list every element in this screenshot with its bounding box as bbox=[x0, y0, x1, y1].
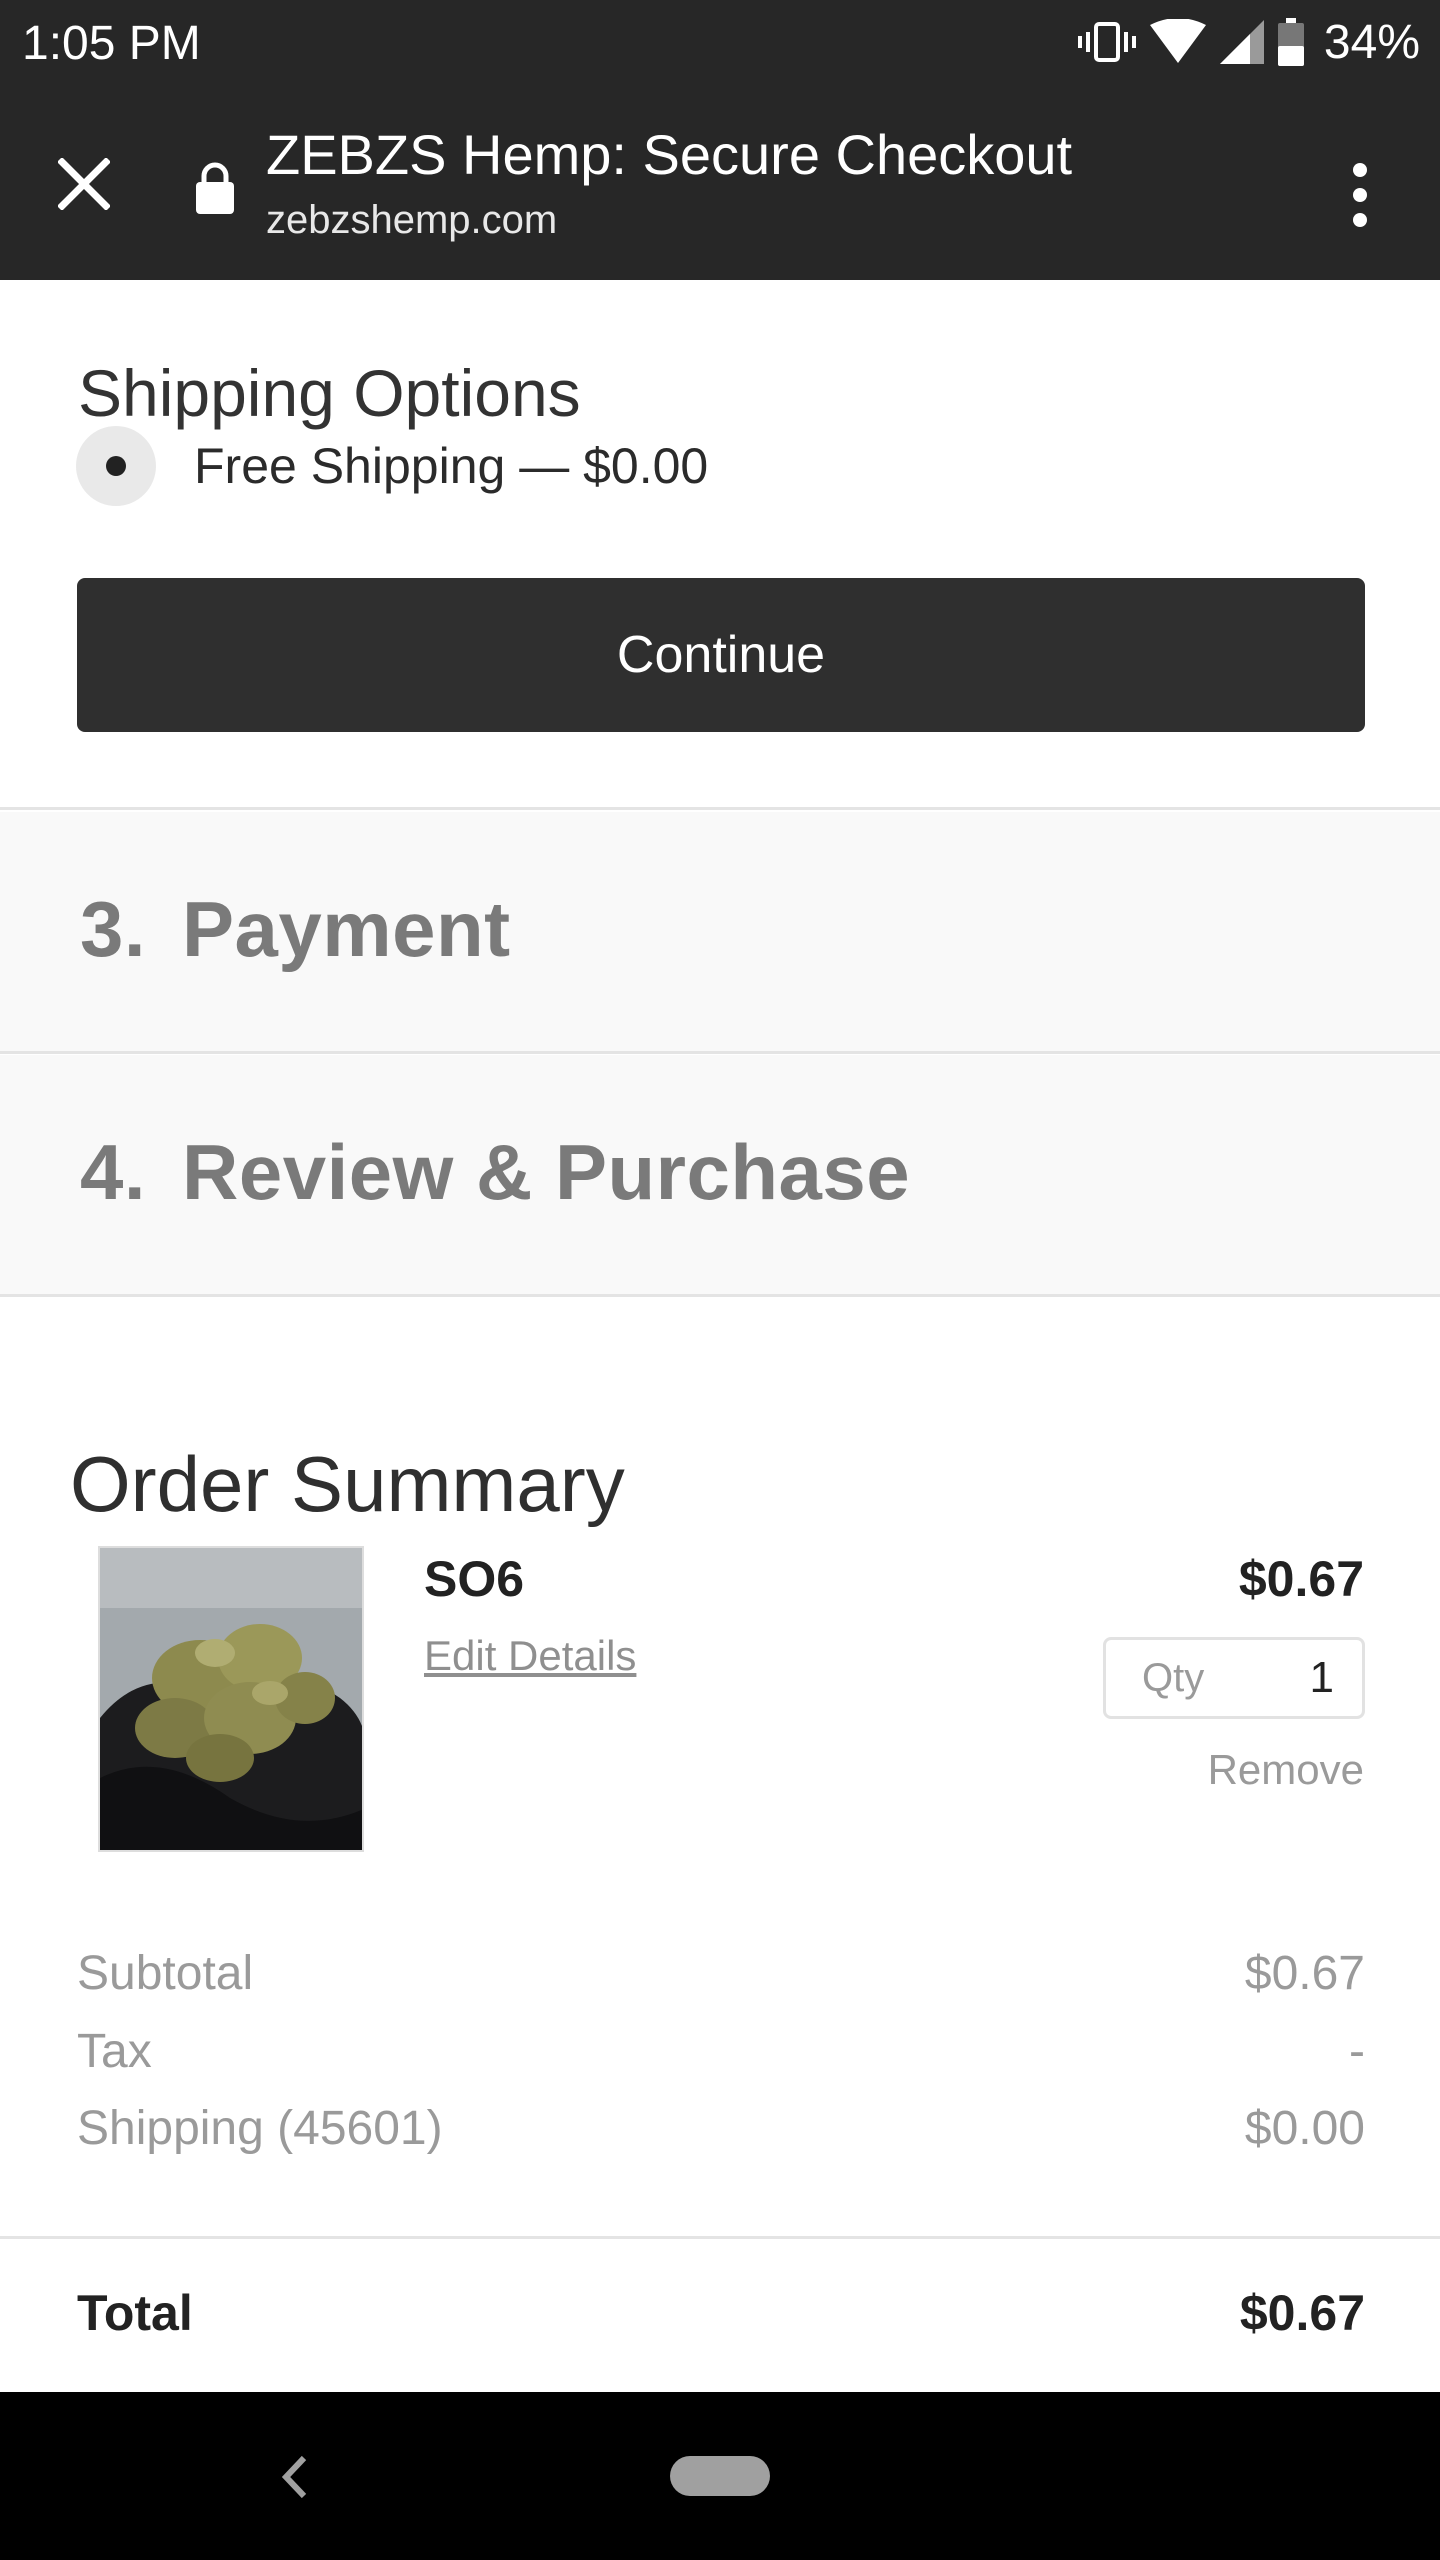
order-summary-heading: Order Summary bbox=[70, 1439, 625, 1528]
product-photo bbox=[100, 1548, 362, 1850]
status-icons: 34% bbox=[1077, 14, 1420, 70]
page-url: zebzshemp.com bbox=[266, 198, 558, 242]
vibrate-icon bbox=[1077, 22, 1136, 62]
home-pill-button[interactable] bbox=[670, 2456, 770, 2496]
subtotal-value: $0.67 bbox=[1244, 1947, 1365, 2000]
shipping-options-heading: Shipping Options bbox=[78, 355, 581, 430]
tax-label: Tax bbox=[77, 2025, 152, 2078]
radio-selected-dot bbox=[106, 456, 126, 476]
qty-label: Qty bbox=[1142, 1655, 1205, 1700]
battery-icon bbox=[1277, 18, 1304, 66]
total-row: Total $0.67 bbox=[77, 2284, 1365, 2342]
shipping-cost-row: Shipping (45601) $0.00 bbox=[77, 2101, 1365, 2156]
subtotal-label: Subtotal bbox=[77, 1947, 254, 2000]
battery-percent: 34% bbox=[1323, 15, 1420, 69]
step-review-purchase[interactable]: 4. Review & Purchase bbox=[0, 1055, 1440, 1297]
item-price: $0.67 bbox=[1238, 1551, 1364, 1607]
step-title: Review & Purchase bbox=[182, 1128, 911, 1216]
step-payment[interactable]: 3. Payment bbox=[0, 812, 1440, 1054]
back-button[interactable] bbox=[270, 2442, 320, 2512]
page-title: ZEBZS Hemp: Secure Checkout bbox=[266, 123, 1073, 186]
product-name: SO6 bbox=[424, 1551, 525, 1607]
status-time: 1:05 PM bbox=[22, 17, 201, 70]
wifi-icon bbox=[1149, 19, 1206, 63]
back-chevron-icon bbox=[281, 2455, 307, 2499]
more-vert-icon bbox=[1353, 163, 1367, 177]
browser-toolbar: ZEBZS Hemp: Secure Checkout zebzshemp.co… bbox=[0, 84, 1440, 280]
status-bar: 1:05 PM 34% bbox=[0, 0, 1440, 84]
free-shipping-label[interactable]: Free Shipping — $0.00 bbox=[194, 437, 708, 495]
shipping-cost-label: Shipping (45601) bbox=[77, 2102, 443, 2155]
edit-details-link[interactable]: Edit Details bbox=[424, 1632, 636, 1680]
step-title: Payment bbox=[182, 885, 511, 973]
shipping-cost-value: $0.00 bbox=[1244, 2102, 1365, 2155]
close-button[interactable] bbox=[44, 144, 124, 224]
more-options-button[interactable] bbox=[1330, 150, 1390, 240]
total-value: $0.67 bbox=[1239, 2285, 1365, 2341]
navigation-bar bbox=[0, 2392, 1440, 2560]
free-shipping-radio[interactable] bbox=[76, 426, 156, 506]
tax-row: Tax - bbox=[77, 2024, 1365, 2079]
shipping-options-section: Shipping Options Free Shipping — $0.00 C… bbox=[0, 282, 1440, 810]
qty-value[interactable]: 1 bbox=[1310, 1653, 1334, 1703]
cell-signal-icon bbox=[1219, 20, 1264, 64]
close-icon bbox=[58, 158, 110, 210]
step-number: 3. bbox=[80, 885, 147, 973]
step-number: 4. bbox=[80, 1128, 147, 1216]
quantity-input[interactable]: Qty 1 bbox=[1103, 1637, 1365, 1719]
total-divider bbox=[0, 2236, 1440, 2239]
step-review-label: 4. Review & Purchase bbox=[80, 1127, 910, 1218]
product-image bbox=[98, 1546, 364, 1852]
step-payment-label: 3. Payment bbox=[80, 884, 511, 975]
remove-item-link[interactable]: Remove bbox=[1208, 1746, 1364, 1794]
tax-value: - bbox=[1349, 2025, 1365, 2078]
lock-icon bbox=[196, 162, 234, 214]
subtotal-row: Subtotal $0.67 bbox=[77, 1946, 1365, 2001]
total-label: Total bbox=[77, 2285, 193, 2341]
continue-button[interactable]: Continue bbox=[77, 578, 1365, 732]
